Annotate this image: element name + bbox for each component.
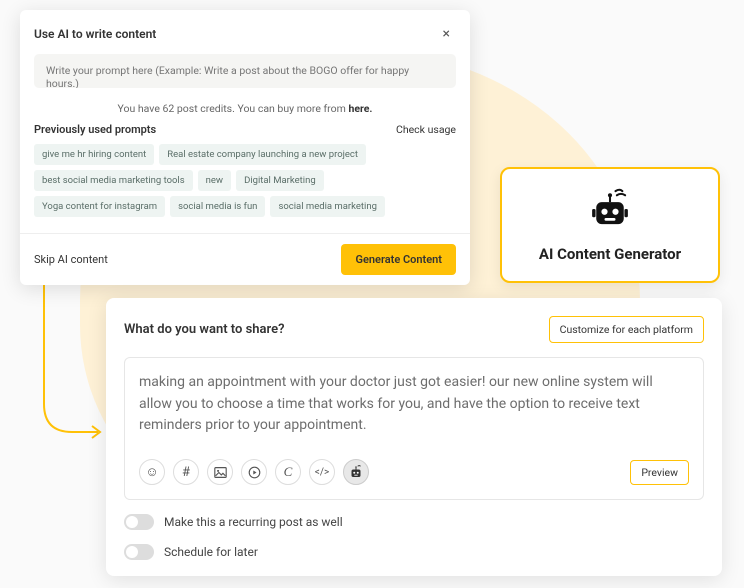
schedule-toggle[interactable] [124,544,154,560]
prompt-chip[interactable]: social media is fun [170,196,265,217]
recurring-label: Make this a recurring post as well [164,515,343,529]
preview-button[interactable]: Preview [630,460,689,485]
play-icon[interactable] [241,459,267,485]
prompt-input[interactable] [34,54,456,88]
recurring-toggle[interactable] [124,514,154,530]
credit-info: You have 62 post credits. You can buy mo… [34,102,456,115]
prompt-chip[interactable]: social media marketing [270,196,384,217]
previous-prompts-label: Previously used prompts [34,123,156,136]
check-usage-link[interactable]: Check usage [396,123,456,136]
share-title: What do you want to share? [124,322,284,337]
prompt-chips: give me hr hiring content Real estate co… [34,144,456,217]
image-icon[interactable] [207,459,233,485]
prompt-chip[interactable]: new [198,170,231,191]
schedule-label: Schedule for later [164,545,258,559]
hashtag-icon[interactable]: # [173,459,199,485]
buy-more-link[interactable]: here. [348,102,372,115]
emoji-icon[interactable]: ☺ [139,459,165,485]
prompt-chip[interactable]: Yoga content for instagram [34,196,165,217]
ai-generator-title: AI Content Generator [520,245,700,263]
prompt-chip[interactable]: give me hr hiring content [34,144,154,165]
content-text: making an appointment with your doctor j… [139,372,689,437]
ai-generator-card: AI Content Generator [500,167,720,283]
ai-robot-icon[interactable] [343,459,369,485]
share-composer-card: What do you want to share? Customize for… [106,298,722,576]
content-editor[interactable]: making an appointment with your doctor j… [124,357,704,500]
prompt-chip[interactable]: Digital Marketing [236,170,324,191]
editor-toolbar: ☺ # C </> [139,459,369,485]
robot-icon [588,187,632,231]
canva-icon[interactable]: C [275,459,301,485]
generate-content-button[interactable]: Generate Content [341,244,456,275]
prompt-chip[interactable]: Real estate company launching a new proj… [159,144,366,165]
code-icon[interactable]: </> [309,459,335,485]
skip-ai-link[interactable]: Skip AI content [34,253,108,266]
prompt-chip[interactable]: best social media marketing tools [34,170,193,191]
modal-title: Use AI to write content [34,27,156,41]
close-icon[interactable]: × [437,24,456,44]
customize-platform-button[interactable]: Customize for each platform [549,316,704,343]
ai-prompt-modal: Use AI to write content × You have 62 po… [20,10,470,285]
